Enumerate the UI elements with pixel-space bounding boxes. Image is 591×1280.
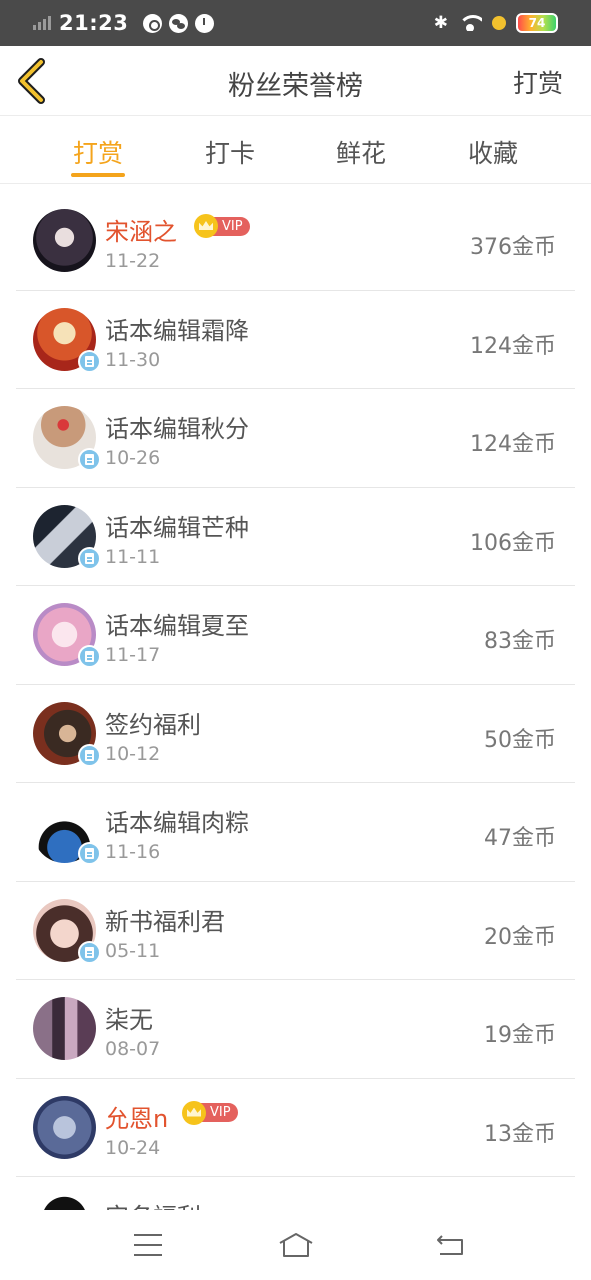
- back-icon[interactable]: [434, 1232, 466, 1258]
- editor-badge-icon: [78, 448, 101, 471]
- reward-date: 10-26: [105, 447, 161, 469]
- status-bar: 21:23 ✱ 74: [0, 0, 591, 46]
- list-item[interactable]: 话本编辑芒种 11-11 106金币: [0, 488, 591, 586]
- list-item[interactable]: 话本编辑秋分 10-26 124金币: [0, 389, 591, 488]
- reward-date: 10-12: [105, 742, 161, 765]
- reward-date: 11-22: [105, 250, 161, 272]
- coin-amount: 83金币: [484, 629, 556, 654]
- status-time: 21:23: [59, 11, 129, 35]
- alarm-icon: [195, 13, 215, 33]
- editor-badge-icon: [78, 546, 101, 570]
- wifi-icon: [458, 15, 482, 31]
- user-name[interactable]: 允恩n: [105, 1099, 168, 1134]
- coin-amount: 124金币: [470, 333, 556, 359]
- list-item[interactable]: 签约福利 10-12 50金币: [0, 685, 591, 783]
- wechat-icon: [169, 13, 189, 33]
- vip-badge: VIP: [182, 1100, 238, 1125]
- fan-ranking-list: 宋涵之 VIP 11-22 376金币 话本编辑霜降 11-30 124金币 话…: [0, 192, 591, 1276]
- coin-amount: 124金币: [470, 432, 556, 457]
- home-icon[interactable]: [277, 1230, 315, 1260]
- user-name[interactable]: 话本编辑芒种: [105, 508, 249, 543]
- bluetooth-icon: ✱: [433, 13, 448, 33]
- reward-date: 10-24: [105, 1136, 161, 1159]
- list-item[interactable]: 宋涵之 VIP 11-22 376金币: [0, 192, 591, 291]
- signal-icon: [33, 16, 51, 30]
- tab-reward[interactable]: 打赏: [48, 134, 148, 170]
- user-name[interactable]: 话本编辑肉粽: [105, 803, 249, 838]
- system-navigation-bar: [0, 1210, 591, 1280]
- tab-checkin[interactable]: 打卡: [180, 134, 280, 170]
- user-name[interactable]: 新书福利君: [105, 902, 225, 937]
- list-item[interactable]: 话本编辑霜降 11-30 124金币: [0, 291, 591, 389]
- user-name[interactable]: 话本编辑霜降: [105, 311, 249, 346]
- reward-date: 11-11: [105, 545, 161, 568]
- avatar[interactable]: [33, 209, 96, 272]
- coin-amount: 50金币: [484, 727, 556, 753]
- coin-amount: 13金币: [484, 1121, 556, 1147]
- list-item[interactable]: 柒无 08-07 19金币: [0, 980, 591, 1079]
- user-name[interactable]: 话本编辑夏至: [105, 606, 249, 641]
- crown-icon: [194, 214, 218, 238]
- avatar[interactable]: [33, 1095, 96, 1159]
- editor-badge-icon: [78, 940, 101, 964]
- page-title: 粉丝荣誉榜: [228, 71, 363, 102]
- tab-favorites[interactable]: 收藏: [443, 134, 543, 170]
- editor-badge-icon: [78, 842, 101, 865]
- battery-icon: 74: [516, 13, 558, 33]
- crown-icon: [182, 1100, 206, 1125]
- tab-flowers[interactable]: 鲜花: [311, 134, 411, 170]
- user-name[interactable]: 签约福利: [105, 705, 201, 740]
- nav-bar: 粉丝荣誉榜 打赏: [0, 46, 591, 116]
- coin-amount: 376金币: [470, 235, 556, 260]
- reward-date: 08-07: [105, 1038, 161, 1060]
- coin-amount: 20金币: [484, 924, 556, 950]
- reward-date: 11-30: [105, 348, 161, 371]
- list-item[interactable]: 允恩n VIP 10-24 13金币: [0, 1079, 591, 1177]
- editor-badge-icon: [78, 349, 101, 373]
- reward-date: 11-17: [105, 644, 161, 666]
- active-tab-indicator: [71, 173, 125, 177]
- coin-amount: 106金币: [470, 530, 556, 556]
- list-item[interactable]: 话本编辑夏至 11-17 83金币: [0, 586, 591, 685]
- list-item[interactable]: 新书福利君 05-11 20金币: [0, 882, 591, 980]
- media-icon: [143, 13, 163, 33]
- coin-amount: 47金币: [484, 826, 556, 851]
- reward-date: 05-11: [105, 939, 161, 962]
- avatar[interactable]: [33, 997, 96, 1060]
- charging-icon: [492, 16, 506, 30]
- reward-action-button[interactable]: 打赏: [513, 64, 563, 100]
- editor-badge-icon: [78, 743, 101, 767]
- user-name[interactable]: 柒无: [105, 1000, 153, 1035]
- editor-badge-icon: [78, 645, 101, 668]
- tab-bar: 打赏 打卡 鲜花 收藏: [0, 116, 591, 184]
- menu-icon[interactable]: [134, 1234, 162, 1256]
- reward-date: 11-16: [105, 841, 161, 863]
- user-name[interactable]: 宋涵之: [105, 212, 177, 247]
- vip-badge: VIP: [194, 214, 250, 238]
- coin-amount: 19金币: [484, 1023, 556, 1048]
- list-item[interactable]: 话本编辑肉粽 11-16 47金币: [0, 783, 591, 882]
- user-name[interactable]: 话本编辑秋分: [105, 409, 249, 444]
